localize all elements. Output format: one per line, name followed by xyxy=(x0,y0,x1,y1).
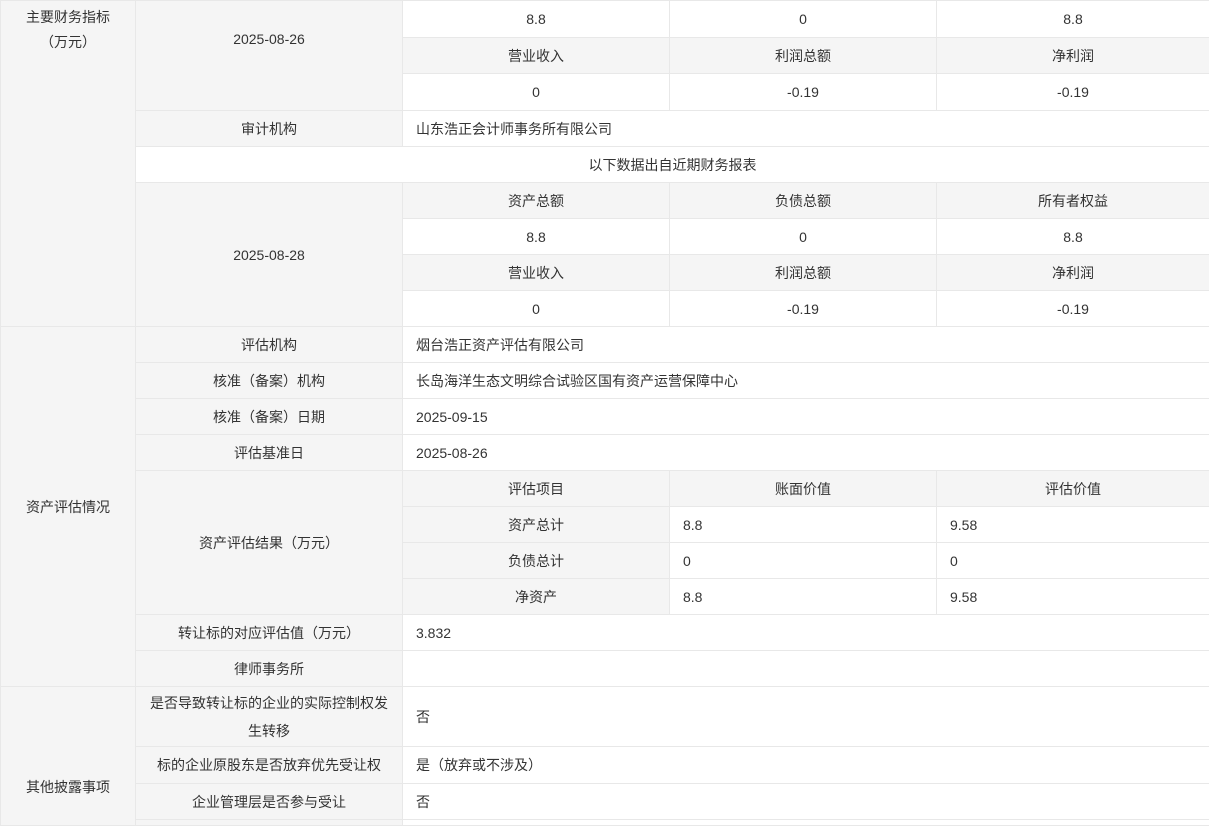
metric-value-cell: 0 xyxy=(403,291,670,327)
other-row-label: 标的企业原股东是否放弃优先受让权 xyxy=(136,747,403,784)
metric-header-cell: 利润总额 xyxy=(670,255,937,291)
disclosure-table: 主要财务指标 （万元） 2025-08-26 8.8 0 8.8 营业收入 利润… xyxy=(0,0,1209,826)
metric-value-cell: 8.8 xyxy=(403,1,670,38)
metric-value-cell: 0 xyxy=(670,219,937,255)
metric-header-cell: 所有者权益 xyxy=(937,183,1209,219)
eval-row-value: 长岛海洋生态文明综合试验区国有资产运营保障中心 xyxy=(403,363,1209,399)
metric-header-cell: 净利润 xyxy=(937,255,1209,291)
category-other-disclosures: 其他披露事项 xyxy=(1,687,136,826)
partial-row-value-cell xyxy=(403,820,1209,826)
other-row-label: 是否导致转让标的企业的实际控制权发生转移 xyxy=(136,687,403,747)
metric-value-cell: -0.19 xyxy=(937,74,1209,111)
disclosure-page: 主要财务指标 （万元） 2025-08-26 8.8 0 8.8 营业收入 利润… xyxy=(0,0,1209,826)
metric-value-cell: -0.19 xyxy=(937,291,1209,327)
transfer-eval-value: 3.832 xyxy=(403,615,1209,651)
eval-result-book-value: 8.8 xyxy=(670,507,937,543)
eval-result-item: 净资产 xyxy=(403,579,670,615)
other-row-label: 企业管理层是否参与受让 xyxy=(136,784,403,820)
audit-org-value: 山东浩正会计师事务所有限公司 xyxy=(403,111,1209,147)
metric-header-cell: 利润总额 xyxy=(670,38,937,74)
law-firm-value xyxy=(403,651,1209,687)
eval-row-label: 评估机构 xyxy=(136,327,403,363)
category-asset-evaluation: 资产评估情况 xyxy=(1,327,136,687)
category-financial-indicators: 主要财务指标 （万元） xyxy=(1,1,136,327)
audit-date: 2025-08-26 xyxy=(233,31,305,47)
eval-result-assessed-value: 0 xyxy=(937,543,1209,579)
audit-date-cell: 2025-08-26 xyxy=(136,1,403,111)
eval-result-header: 账面价值 xyxy=(670,471,937,507)
recent-report-note: 以下数据出自近期财务报表 xyxy=(136,147,1209,183)
metric-value-cell: 8.8 xyxy=(403,219,670,255)
metric-value-cell: 8.8 xyxy=(937,219,1209,255)
metric-value-cell: -0.19 xyxy=(670,74,937,111)
eval-row-value: 2025-08-26 xyxy=(403,435,1209,471)
eval-result-header: 评估价值 xyxy=(937,471,1209,507)
eval-result-book-value: 0 xyxy=(670,543,937,579)
eval-result-item: 资产总计 xyxy=(403,507,670,543)
metric-header-cell: 净利润 xyxy=(937,38,1209,74)
eval-row-label: 核准（备案）日期 xyxy=(136,399,403,435)
metric-header-cell: 营业收入 xyxy=(403,38,670,74)
other-row-value: 否 xyxy=(403,687,1209,747)
other-row-value: 否 xyxy=(403,784,1209,820)
eval-result-item: 负债总计 xyxy=(403,543,670,579)
metric-header-cell: 负债总额 xyxy=(670,183,937,219)
eval-row-value: 2025-09-15 xyxy=(403,399,1209,435)
eval-result-header: 评估项目 xyxy=(403,471,670,507)
eval-result-label: 资产评估结果（万元） xyxy=(136,471,403,615)
eval-result-assessed-value: 9.58 xyxy=(937,579,1209,615)
eval-result-book-value: 8.8 xyxy=(670,579,937,615)
category-financial-line1: 主要财务指标 xyxy=(1,5,135,30)
metric-header-cell: 营业收入 xyxy=(403,255,670,291)
metric-value-cell: 8.8 xyxy=(937,1,1209,38)
metric-header-cell: 资产总额 xyxy=(403,183,670,219)
transfer-eval-label: 转让标的对应评估值（万元） xyxy=(136,615,403,651)
partial-row-label-cell xyxy=(136,820,403,826)
eval-row-label: 评估基准日 xyxy=(136,435,403,471)
eval-row-value: 烟台浩正资产评估有限公司 xyxy=(403,327,1209,363)
metric-value-cell: 0 xyxy=(670,1,937,38)
other-row-value: 是（放弃或不涉及） xyxy=(403,747,1209,784)
audit-org-label: 审计机构 xyxy=(136,111,403,147)
law-firm-label: 律师事务所 xyxy=(136,651,403,687)
metric-value-cell: 0 xyxy=(403,74,670,111)
eval-result-assessed-value: 9.58 xyxy=(937,507,1209,543)
category-financial-line2: （万元） xyxy=(1,30,135,55)
metric-value-cell: -0.19 xyxy=(670,291,937,327)
report-date-cell: 2025-08-28 xyxy=(136,183,403,327)
eval-row-label: 核准（备案）机构 xyxy=(136,363,403,399)
